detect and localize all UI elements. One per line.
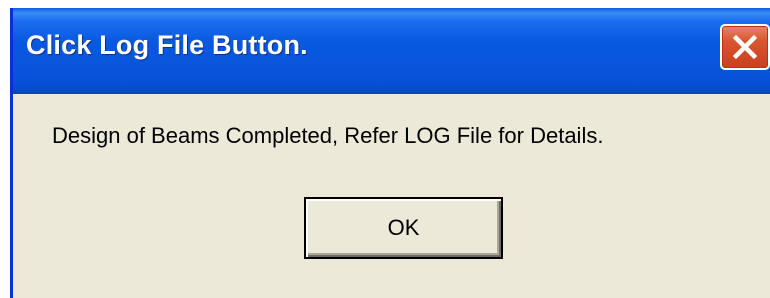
- ok-button[interactable]: OK: [304, 197, 503, 259]
- message-dialog: Click Log File Button. Design of Beams C…: [10, 8, 770, 298]
- dialog-title: Click Log File Button.: [26, 30, 308, 60]
- title-bar[interactable]: Click Log File Button.: [13, 8, 770, 94]
- close-button[interactable]: [720, 24, 770, 70]
- dialog-message: Design of Beams Completed, Refer LOG Fil…: [52, 123, 604, 148]
- ok-button-label: OK: [387, 215, 420, 240]
- close-icon: [732, 34, 758, 60]
